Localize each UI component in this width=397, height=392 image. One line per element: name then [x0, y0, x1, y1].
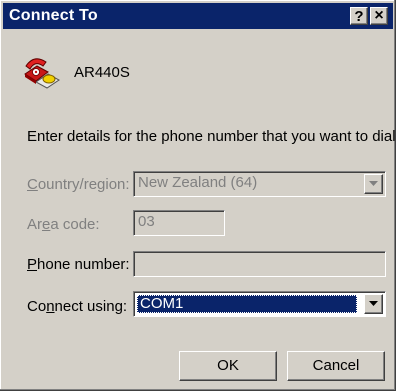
instruction-text: Enter details for the phone number that …	[27, 128, 396, 145]
connect-using-select[interactable]: COM1	[133, 291, 386, 317]
country-region-value: New Zealand (64)	[138, 174, 258, 191]
phone-label-mnemonic: P	[27, 256, 38, 273]
phone-number-label: Phone number:	[27, 256, 130, 273]
area-code-value: 03	[138, 213, 155, 230]
area-label-rest: a code:	[50, 216, 100, 233]
title-bar[interactable]: Connect To ? ×	[3, 3, 393, 29]
window-title: Connect To	[9, 7, 98, 24]
phone-label-rest: hone number:	[37, 256, 130, 273]
area-code-label: Area code:	[27, 216, 100, 233]
chevron-down-icon	[369, 301, 378, 306]
country-label-rest: ountry/region:	[37, 176, 130, 193]
close-button[interactable]: ×	[370, 7, 388, 25]
area-code-field: 03	[133, 210, 225, 236]
chevron-down-icon	[369, 181, 378, 186]
country-label-mnemonic: C	[27, 176, 38, 193]
cancel-button[interactable]: Cancel	[287, 351, 385, 381]
area-label-pre: Ar	[27, 216, 42, 233]
connect-using-value: COM1	[137, 295, 357, 313]
country-region-label: Country/region:	[27, 176, 130, 193]
country-region-select: New Zealand (64)	[133, 171, 386, 197]
connect-to-dialog: Connect To ? × AR440S Enter details for …	[0, 0, 396, 391]
telephone-connection-icon	[24, 58, 60, 89]
phone-number-field[interactable]	[133, 251, 386, 277]
help-button[interactable]: ?	[350, 7, 368, 25]
connect-label-mnemonic: n	[46, 298, 55, 315]
ok-button[interactable]: OK	[179, 351, 277, 381]
connect-label-rest: nect using:	[54, 298, 128, 315]
connection-name: AR440S	[74, 64, 130, 81]
connect-label-pre: Co	[27, 298, 47, 315]
connect-using-label: Connect using:	[27, 298, 127, 315]
country-dropdown-button	[364, 174, 383, 194]
connect-dropdown-button[interactable]	[364, 294, 383, 314]
